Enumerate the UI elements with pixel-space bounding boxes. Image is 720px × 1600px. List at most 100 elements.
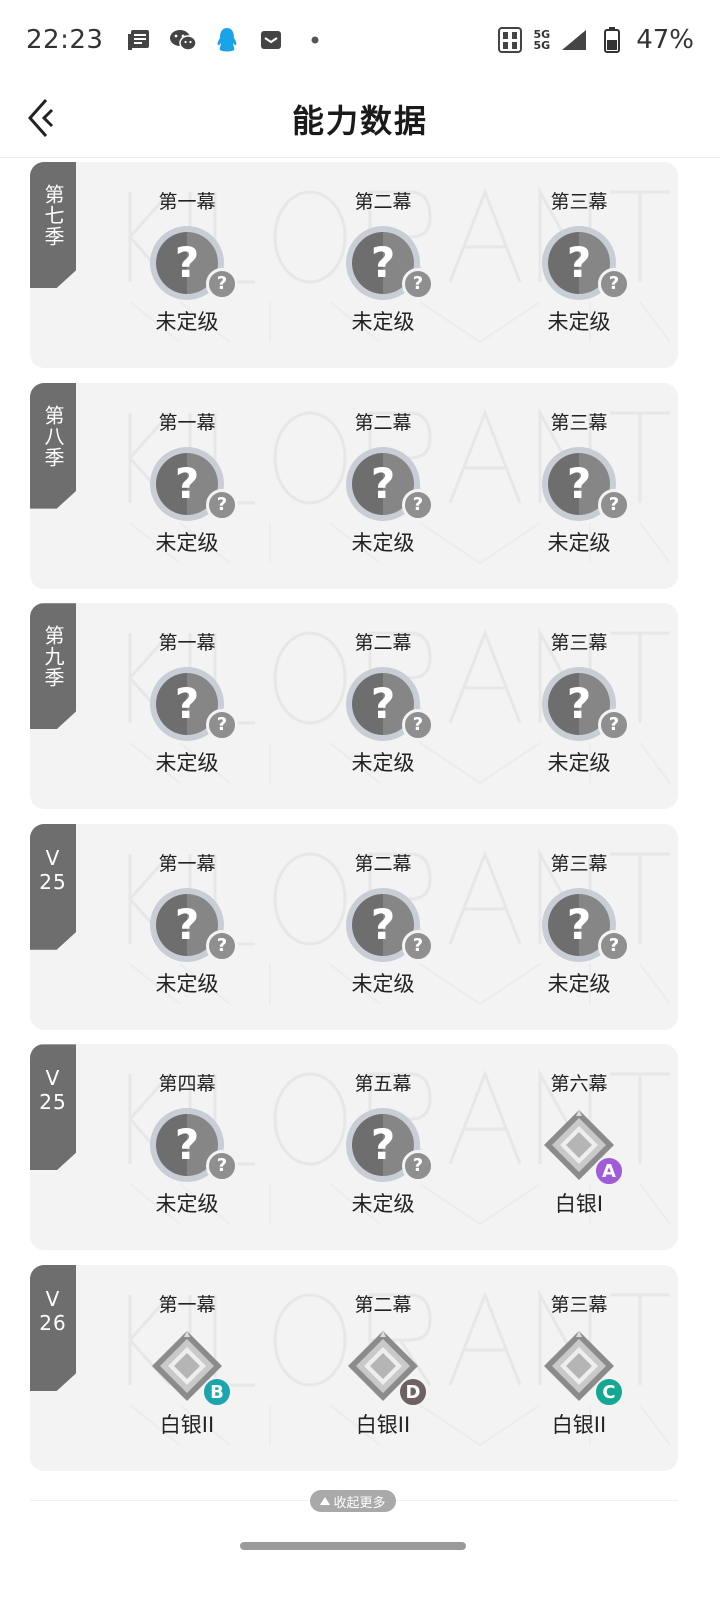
act-rank: 白银II xyxy=(551,1413,607,1437)
unknown-rank-icon: ? ? xyxy=(542,446,630,521)
act-name: 第一幕 xyxy=(158,191,216,213)
unknown-tier-icon: ? xyxy=(402,268,434,300)
signal-icon xyxy=(560,26,588,54)
season-tag: V 25 xyxy=(30,823,76,950)
unknown-rank-icon: ? ? xyxy=(346,1108,434,1183)
act-item[interactable]: 第三幕 C 白银II xyxy=(519,1291,639,1439)
act-rank: 未定级 xyxy=(351,310,415,334)
season-card[interactable]: V 26 第一幕 B 白银II 第二幕 D 白银II 第三幕 C 白银II xyxy=(30,1265,678,1471)
act-item[interactable]: 第一幕 ? ? 未定级 xyxy=(127,850,247,998)
silver-rank-icon: D xyxy=(346,1329,428,1407)
unknown-tier-icon: ? xyxy=(206,268,238,300)
season-card[interactable]: 第九季 第一幕 ? ? 未定级 第二幕 ? ? 未定级 第三幕 ? ? 未定级 xyxy=(30,603,678,810)
act-item[interactable]: 第三幕 ? ? 未定级 xyxy=(519,850,639,998)
unknown-tier-icon: ? xyxy=(206,488,238,521)
act-rank: 白银II xyxy=(355,1413,411,1437)
act-item[interactable]: 第一幕 ? ? 未定级 xyxy=(127,188,247,336)
act-name: 第三幕 xyxy=(550,191,608,213)
act-rank: 未定级 xyxy=(351,1192,415,1217)
act-rank: 未定级 xyxy=(351,751,415,776)
unknown-tier-icon: ? xyxy=(402,488,434,521)
wechat-icon xyxy=(169,26,198,54)
unknown-rank-icon: ? ? xyxy=(542,667,630,742)
home-indicator[interactable] xyxy=(240,1542,466,1550)
unknown-tier-icon: ? xyxy=(402,709,434,742)
battery-percent: 47% xyxy=(636,25,694,55)
unknown-rank-icon: ? ? xyxy=(150,887,238,962)
act-item[interactable]: 第二幕 ? ? 未定级 xyxy=(323,629,443,777)
act-item[interactable]: 第二幕 ? ? 未定级 xyxy=(323,188,443,336)
tier-badge: A xyxy=(594,1156,624,1187)
act-name: 第二幕 xyxy=(354,411,412,434)
unknown-rank-icon: ? ? xyxy=(542,226,630,300)
act-name: 第二幕 xyxy=(354,852,412,875)
season-card[interactable]: 第七季 第一幕 ? ? 未定级 第二幕 ? ? 未定级 第三幕 ? ? 未定级 xyxy=(30,162,678,368)
act-item[interactable]: 第三幕 ? ? 未定级 xyxy=(519,409,639,557)
qq-icon xyxy=(213,26,241,54)
silver-rank-icon: B xyxy=(150,1329,232,1407)
act-item[interactable]: 第五幕 ? ? 未定级 xyxy=(323,1070,443,1218)
unknown-tier-icon: ? xyxy=(206,1150,238,1183)
season-card[interactable]: V 25 第四幕 ? ? 未定级 第五幕 ? ? 未定级 第六幕 A 白银I xyxy=(30,1044,678,1251)
season-tag: V 25 xyxy=(30,1044,76,1171)
season-tag: 第七季 xyxy=(30,162,76,288)
act-item[interactable]: 第三幕 ? ? 未定级 xyxy=(519,188,639,336)
act-rank: 未定级 xyxy=(351,530,415,555)
unknown-tier-icon: ? xyxy=(598,929,630,962)
act-rank: 未定级 xyxy=(547,530,611,555)
caret-up-icon xyxy=(320,1497,331,1505)
tier-badge: B xyxy=(202,1377,232,1407)
season-tag: V 26 xyxy=(30,1265,76,1391)
back-arrow-icon xyxy=(27,99,54,137)
act-name: 第四幕 xyxy=(158,1073,216,1096)
unknown-rank-icon: ? ? xyxy=(346,887,434,962)
act-name: 第三幕 xyxy=(550,1294,608,1316)
act-item[interactable]: 第六幕 A 白银I xyxy=(519,1070,639,1218)
act-rank: 未定级 xyxy=(155,1192,219,1217)
silver-rank-icon: A xyxy=(542,1108,624,1187)
unknown-rank-icon: ? ? xyxy=(150,667,238,742)
act-item[interactable]: 第二幕 ? ? 未定级 xyxy=(323,409,443,557)
act-name: 第一幕 xyxy=(158,411,216,434)
header: 能力数据 xyxy=(0,80,720,158)
silver-rank-icon: C xyxy=(542,1329,624,1407)
act-item[interactable]: 第四幕 ? ? 未定级 xyxy=(127,1070,247,1218)
status-time: 22:23 xyxy=(26,25,104,55)
act-item[interactable]: 第三幕 ? ? 未定级 xyxy=(519,629,639,777)
unknown-tier-icon: ? xyxy=(206,709,238,742)
collapse-more-button[interactable]: 收起更多 xyxy=(310,1490,396,1512)
act-name: 第一幕 xyxy=(158,1294,216,1316)
act-item[interactable]: 第二幕 D 白银II xyxy=(323,1291,443,1439)
act-rank: 未定级 xyxy=(547,310,611,334)
season-card[interactable]: 第八季 第一幕 ? ? 未定级 第二幕 ? ? 未定级 第三幕 ? ? 未定级 xyxy=(30,382,678,589)
act-rank: 白银I xyxy=(554,1192,604,1217)
act-rank: 未定级 xyxy=(155,530,219,555)
act-rank: 未定级 xyxy=(351,971,415,996)
unknown-tier-icon: ? xyxy=(598,709,630,742)
act-name: 第二幕 xyxy=(354,632,412,655)
unknown-tier-icon: ? xyxy=(402,929,434,962)
act-item[interactable]: 第一幕 ? ? 未定级 xyxy=(127,629,247,777)
mail-icon xyxy=(257,26,285,54)
network-type: 5G 5G xyxy=(533,28,551,52)
unknown-rank-icon: ? ? xyxy=(346,667,434,742)
act-item[interactable]: 第一幕 ? ? 未定级 xyxy=(127,409,247,557)
season-card[interactable]: V 25 第一幕 ? ? 未定级 第二幕 ? ? 未定级 第三幕 ? ? 未定级 xyxy=(30,823,678,1030)
act-name: 第二幕 xyxy=(354,1294,412,1316)
act-name: 第二幕 xyxy=(354,191,412,213)
unknown-rank-icon: ? ? xyxy=(150,1108,238,1183)
act-name: 第三幕 xyxy=(550,852,608,875)
tier-badge: D xyxy=(398,1377,428,1407)
act-name: 第五幕 xyxy=(354,1073,412,1096)
act-item[interactable]: 第二幕 ? ? 未定级 xyxy=(323,850,443,998)
unknown-tier-icon: ? xyxy=(598,488,630,521)
back-button[interactable] xyxy=(26,96,70,140)
season-tag: 第八季 xyxy=(30,382,76,509)
act-rank: 未定级 xyxy=(547,751,611,776)
status-bar: 22:23 5G 5G 47% xyxy=(0,0,720,80)
act-rank: 未定级 xyxy=(155,751,219,776)
act-rank: 未定级 xyxy=(547,971,611,996)
unknown-tier-icon: ? xyxy=(206,929,238,962)
act-item[interactable]: 第一幕 B 白银II xyxy=(127,1291,247,1439)
season-tag: 第九季 xyxy=(30,603,76,730)
